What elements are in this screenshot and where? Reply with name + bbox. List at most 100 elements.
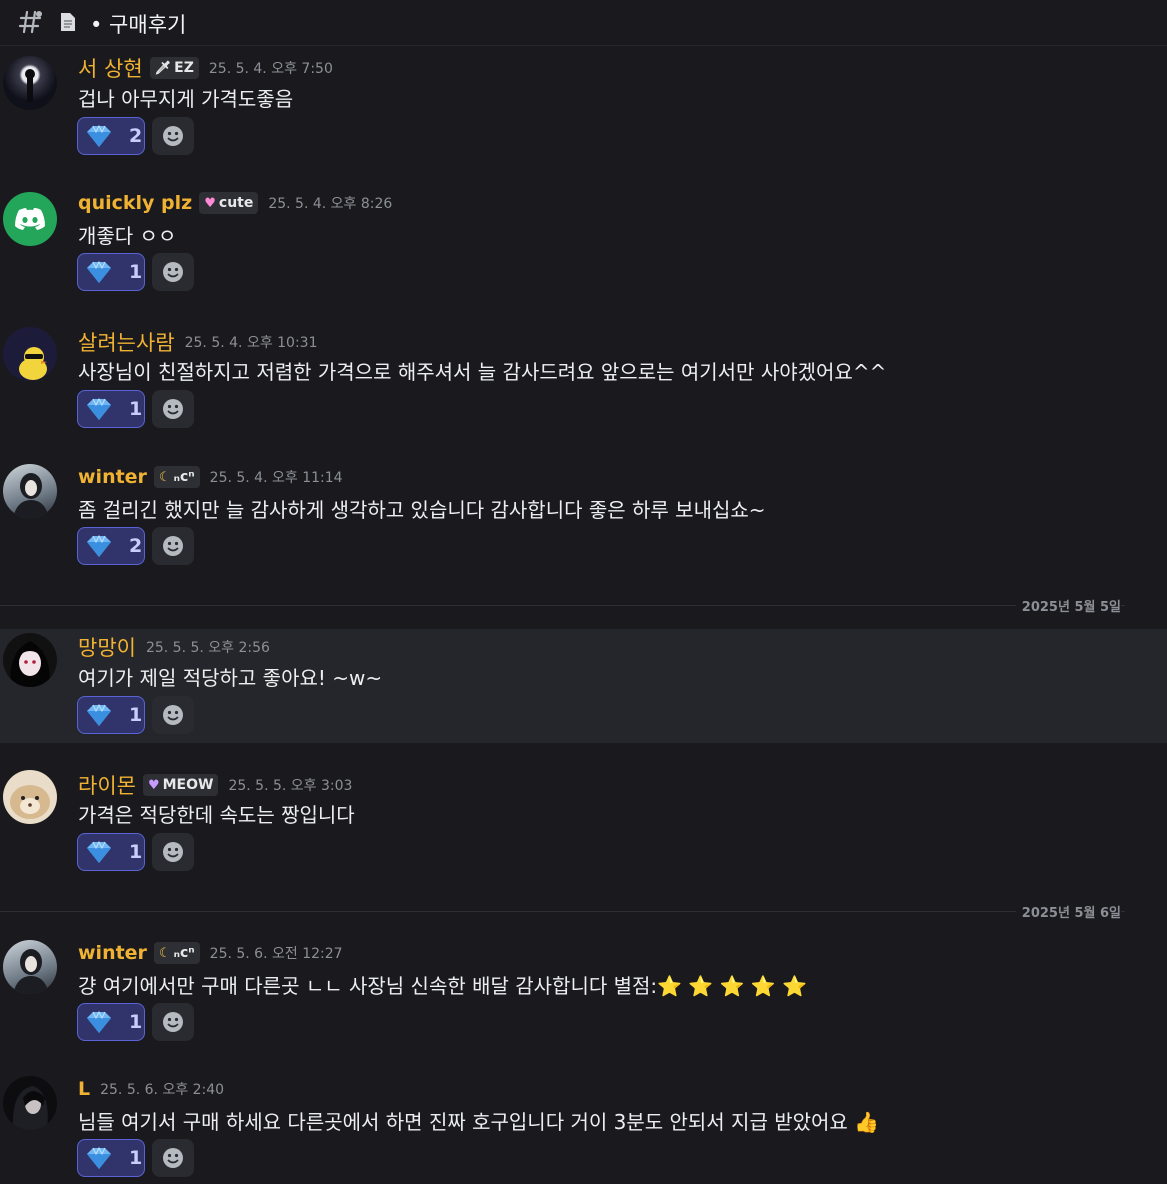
add-reaction-button[interactable]: [152, 833, 194, 871]
avatar[interactable]: [3, 56, 57, 110]
tag-label: EZ: [174, 60, 194, 76]
date-divider: [0, 911, 1125, 912]
message-item: winter ☾ ₙcⁿ 25. 5. 6. 오전 12:27 걍 여기에서만 구…: [0, 938, 1167, 1058]
timestamp: 25. 5. 4. 오후 8:26: [268, 196, 393, 212]
threads-icon[interactable]: [18, 9, 44, 35]
reaction-count: 1: [129, 398, 143, 420]
smiley-icon: [163, 1012, 183, 1032]
smiley-icon: [163, 126, 183, 146]
timestamp: 25. 5. 5. 오후 2:56: [145, 640, 270, 656]
heart-icon: ♥: [204, 195, 216, 211]
reaction-button[interactable]: 1: [77, 696, 145, 734]
document-icon: [61, 13, 75, 31]
message-text: 사장님이 친절하지고 저렴한 가격으로 해주셔서 늘 감사드려요 앞으로는 여기…: [78, 360, 887, 384]
add-reaction-button[interactable]: [152, 1139, 194, 1177]
username[interactable]: winter: [78, 466, 147, 488]
tag-label: MEOW: [162, 777, 214, 793]
avatar[interactable]: [3, 192, 57, 246]
message-text: 님들 여기서 구매 하세요 다른곳에서 하면 진짜 호구입니다 거이 3분도 안…: [78, 1106, 879, 1135]
server-tag[interactable]: ☾ ₙcⁿ: [153, 466, 200, 488]
gem-icon: [87, 840, 111, 863]
server-tag[interactable]: 🗡 EZ: [149, 57, 199, 79]
discord-logo-icon: [15, 208, 45, 230]
reaction-count: 1: [129, 1011, 143, 1033]
reaction-count: 1: [129, 261, 143, 283]
username[interactable]: L: [78, 1078, 90, 1100]
timestamp: 25. 5. 6. 오후 2:40: [100, 1082, 225, 1098]
add-reaction-button[interactable]: [152, 117, 194, 155]
timestamp: 25. 5. 6. 오전 12:27: [209, 946, 343, 962]
smiley-icon: [163, 842, 183, 862]
timestamp: 25. 5. 4. 오후 10:31: [184, 335, 318, 351]
reaction-button[interactable]: 2: [77, 527, 145, 565]
star-rating: ⭐ ⭐ ⭐ ⭐ ⭐: [657, 974, 808, 998]
add-reaction-button[interactable]: [152, 527, 194, 565]
reaction-button[interactable]: 2: [77, 117, 145, 155]
timestamp: 25. 5. 4. 오후 11:14: [209, 470, 343, 486]
thumbs-up-icon: 👍: [854, 1110, 880, 1134]
add-reaction-button[interactable]: [152, 696, 194, 734]
server-tag[interactable]: ☾ ₙcⁿ: [153, 942, 200, 964]
add-reaction-button[interactable]: [152, 253, 194, 291]
smiley-icon: [163, 262, 183, 282]
avatar[interactable]: [3, 327, 57, 381]
reaction-button[interactable]: 1: [77, 253, 145, 291]
message-item: 망망이 25. 5. 5. 오후 2:56 여기가 제일 적당하고 좋아요! ~…: [0, 629, 1167, 743]
timestamp: 25. 5. 4. 오후 7:50: [208, 61, 333, 77]
smiley-icon: [163, 399, 183, 419]
message-item: 서 상현 🗡 EZ 25. 5. 4. 오후 7:50 겁나 아무지게 가격도좋음…: [0, 50, 1167, 170]
smiley-icon: [163, 536, 183, 556]
reaction-count: 2: [129, 125, 143, 147]
message-body: 님들 여기서 구매 하세요 다른곳에서 하면 진짜 호구입니다 거이 3분도 안…: [78, 1110, 848, 1134]
avatar[interactable]: [3, 940, 57, 994]
message-text: 좀 걸리긴 했지만 늘 감사하게 생각하고 있습니다 감사합니다 좋은 하루 보…: [78, 498, 766, 522]
message-body: 걍 여기에서만 구매 다른곳 ㄴㄴ 사장님 신속한 배달 감사합니다 별점:: [78, 974, 658, 998]
smiley-icon: [163, 705, 183, 725]
tag-label: ₙcⁿ: [173, 945, 195, 961]
reaction-count: 1: [129, 841, 143, 863]
avatar[interactable]: [3, 633, 57, 687]
gem-icon: [87, 534, 111, 557]
avatar[interactable]: [3, 464, 57, 518]
reaction-count: 1: [129, 1147, 143, 1169]
gem-icon: [87, 703, 111, 726]
message-text: 걍 여기에서만 구매 다른곳 ㄴㄴ 사장님 신속한 배달 감사합니다 별점:⭐ …: [78, 970, 807, 999]
channel-header: • 구매후기: [0, 0, 1167, 46]
add-reaction-button[interactable]: [152, 390, 194, 428]
tag-label: ₙcⁿ: [173, 469, 195, 485]
message-item: winter ☾ ₙcⁿ 25. 5. 4. 오후 11:14 좀 걸리긴 했지만…: [0, 462, 1167, 582]
date-divider-label: 2025년 5월 5일: [1015, 596, 1121, 615]
gem-icon: [87, 1146, 111, 1169]
message-text: 겁나 아무지게 가격도좋음: [78, 87, 294, 111]
username[interactable]: 망망이: [78, 632, 136, 662]
message-item: 살려는사람 25. 5. 4. 오후 10:31 사장님이 친절하지고 저렴한 …: [0, 325, 1167, 445]
username[interactable]: 라이몬: [78, 770, 136, 800]
avatar[interactable]: [3, 770, 57, 824]
username[interactable]: 서 상현: [78, 53, 143, 83]
reaction-button[interactable]: 1: [77, 1139, 145, 1177]
gem-icon: [87, 1010, 111, 1033]
message-item: quickly plz ♥ cute 25. 5. 4. 오후 8:26 개좋다 …: [0, 188, 1167, 308]
heart-icon: ♥: [147, 777, 160, 793]
moon-icon: ☾: [158, 945, 171, 961]
message-item: 라이몬 ♥ MEOW 25. 5. 5. 오후 3:03 가격은 적당한데 속도는…: [0, 768, 1167, 888]
moon-icon: ☾: [158, 469, 171, 485]
username[interactable]: quickly plz: [78, 192, 192, 214]
channel-title: • 구매후기: [90, 13, 187, 37]
smiley-icon: [163, 1148, 183, 1168]
username[interactable]: winter: [78, 942, 147, 964]
username[interactable]: 살려는사람: [78, 327, 175, 357]
reaction-button[interactable]: 1: [77, 390, 145, 428]
message-text: 개좋다 ㅇㅇ: [78, 224, 177, 248]
add-reaction-button[interactable]: [152, 1003, 194, 1041]
date-divider: [0, 605, 1125, 606]
reaction-button[interactable]: 1: [77, 1003, 145, 1041]
tag-label: cute: [218, 195, 254, 211]
message-item: L 25. 5. 6. 오후 2:40 님들 여기서 구매 하세요 다른곳에서 …: [0, 1074, 1167, 1184]
date-divider-label: 2025년 5월 6일: [1015, 902, 1121, 921]
server-tag[interactable]: ♥ cute: [199, 192, 259, 214]
gem-icon: [87, 124, 111, 147]
avatar[interactable]: [3, 1076, 57, 1130]
reaction-button[interactable]: 1: [77, 833, 145, 871]
server-tag[interactable]: ♥ MEOW: [142, 774, 219, 796]
